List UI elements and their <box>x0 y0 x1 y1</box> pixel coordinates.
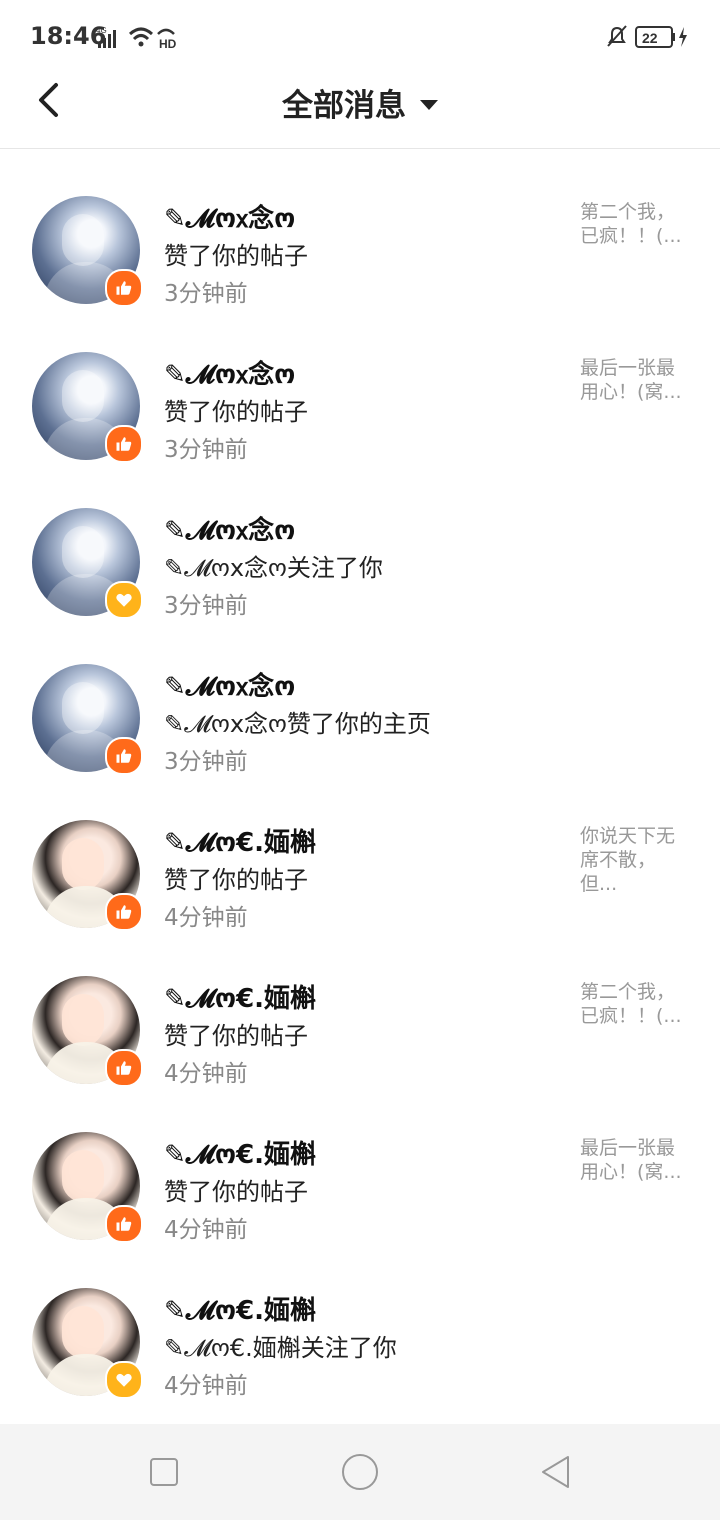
post-preview[interactable]: 最后一张最 用心！(窝... <box>580 1136 692 1184</box>
sender-name[interactable]: ✎𝓜ო𝗑念ო <box>164 354 295 391</box>
nav-back-button[interactable] <box>536 1452 576 1492</box>
follow-badge-icon <box>105 1361 143 1399</box>
like-badge-icon <box>105 269 143 307</box>
message-item[interactable]: ✎𝓜ო€.媔槲赞了你的帖子 4分钟前 最后一张最 用心！(窝... <box>0 1086 720 1243</box>
message-item[interactable]: ✎𝓜ო𝗑念ო ✎𝓜ოx念ო赞了你的主页 3分钟前 <box>0 618 720 775</box>
home-button[interactable] <box>340 1452 380 1492</box>
message-time: 4分钟前 <box>164 905 248 931</box>
sender-name[interactable]: ✎𝓜ო𝗑念ო <box>164 198 295 235</box>
header: 全部消息 <box>0 72 720 149</box>
like-badge-icon <box>105 1049 143 1087</box>
message-action: ✎𝓜ოx念ო关注了你 <box>164 554 383 582</box>
sender-name[interactable]: ✎𝓜ო€.媔槲 <box>164 1134 316 1171</box>
message-time: 3分钟前 <box>164 437 248 463</box>
battery-icon: 22 <box>635 26 675 48</box>
signal-icon: 4G HD <box>96 26 177 51</box>
recent-apps-button[interactable] <box>144 1452 184 1492</box>
hd-icon: HD <box>157 28 177 51</box>
post-preview[interactable]: 第二个我， 已疯！！(... <box>580 980 692 1028</box>
message-action: 赞了你的帖子 <box>164 242 308 270</box>
charging-icon <box>679 27 687 47</box>
sender-name[interactable]: ✎𝓜ო€.媔槲 <box>164 978 316 1015</box>
message-list: ✎𝓜ო𝗑念ო 赞了你的帖子 3分钟前 第二个我， 已疯！！(... ✎𝓜ო𝗑念ო 赞了你的… <box>0 150 720 1399</box>
message-action: 赞了你的帖子 <box>164 398 308 426</box>
messages-screen: 18:46 4G HD 22 全部消息 ✎𝓜ო𝗑念ო 赞了你的帖子 3分钟前 第… <box>0 0 720 1520</box>
message-item[interactable]: ✎𝓜ო𝗑念ო 赞了你的帖子 3分钟前 第二个我， 已疯！！(... <box>0 150 720 307</box>
message-time: 4分钟前 <box>164 1061 248 1087</box>
post-preview[interactable]: 第二个我， 已疯！！(... <box>580 200 692 248</box>
message-action: ✎𝓜ოx念ო赞了你的主页 <box>164 710 431 738</box>
message-action: 赞了你的帖子 <box>164 1178 308 1206</box>
system-nav-bar <box>0 1424 720 1520</box>
message-item[interactable]: ✎𝓜ო€.媔槲 ✎𝓜ო€.媔槲关注了你 4分钟前 <box>0 1242 720 1399</box>
status-time: 18:46 <box>30 22 107 50</box>
hd-label: HD <box>159 37 177 50</box>
status-bar: 18:46 4G HD 22 <box>0 0 720 72</box>
follow-badge-icon <box>105 581 143 619</box>
sender-name[interactable]: ✎𝓜ო𝗑念ო <box>164 510 295 547</box>
message-item[interactable]: ✎𝓜ო𝗑念ო 赞了你的帖子 3分钟前 最后一张最 用心！(窝... <box>0 306 720 463</box>
battery-level: 22 <box>642 30 658 46</box>
recent-apps-icon <box>150 1458 178 1486</box>
page-title: 全部消息 <box>282 88 406 124</box>
message-time: 3分钟前 <box>164 593 248 619</box>
wifi-icon <box>128 27 154 47</box>
message-time: 4分钟前 <box>164 1373 248 1399</box>
post-preview[interactable]: 最后一张最 用心！(窝... <box>580 356 692 404</box>
post-preview[interactable]: 你说天下无 席不散， 但... <box>580 824 692 896</box>
message-action: 赞了你的帖子 <box>164 866 308 894</box>
like-badge-icon <box>105 425 143 463</box>
message-time: 3分钟前 <box>164 749 248 775</box>
network-label: 4G <box>96 26 107 35</box>
title-dropdown[interactable]: 全部消息 <box>0 80 720 125</box>
status-left-icons: 4G HD <box>96 24 186 51</box>
back-icon <box>542 1456 569 1488</box>
sender-name[interactable]: ✎𝓜ო𝗑念ო <box>164 666 295 703</box>
message-action: ✎𝓜ო€.媔槲关注了你 <box>164 1334 397 1362</box>
sender-name[interactable]: ✎𝓜ო€.媔槲 <box>164 1290 316 1327</box>
status-right-icons: 22 <box>606 24 692 50</box>
message-item[interactable]: ✎𝓜ო€.媔槲赞了你的帖子 4分钟前 第二个我， 已疯！！(... <box>0 930 720 1087</box>
home-icon <box>342 1454 378 1490</box>
message-item[interactable]: ✎𝓜ო€.媔槲赞了你的帖子 4分钟前 你说天下无 席不散， 但... <box>0 774 720 931</box>
message-item[interactable]: ✎𝓜ო𝗑念ო ✎𝓜ოx念ო关注了你 3分钟前 <box>0 462 720 619</box>
message-action: 赞了你的帖子 <box>164 1022 308 1050</box>
like-badge-icon <box>105 1205 143 1243</box>
message-time: 4分钟前 <box>164 1217 248 1243</box>
like-badge-icon <box>105 737 143 775</box>
mute-bell-icon <box>607 25 627 47</box>
sender-name[interactable]: ✎𝓜ო€.媔槲 <box>164 822 316 859</box>
like-badge-icon <box>105 893 143 931</box>
caret-down-icon <box>420 99 438 110</box>
message-time: 3分钟前 <box>164 281 248 307</box>
